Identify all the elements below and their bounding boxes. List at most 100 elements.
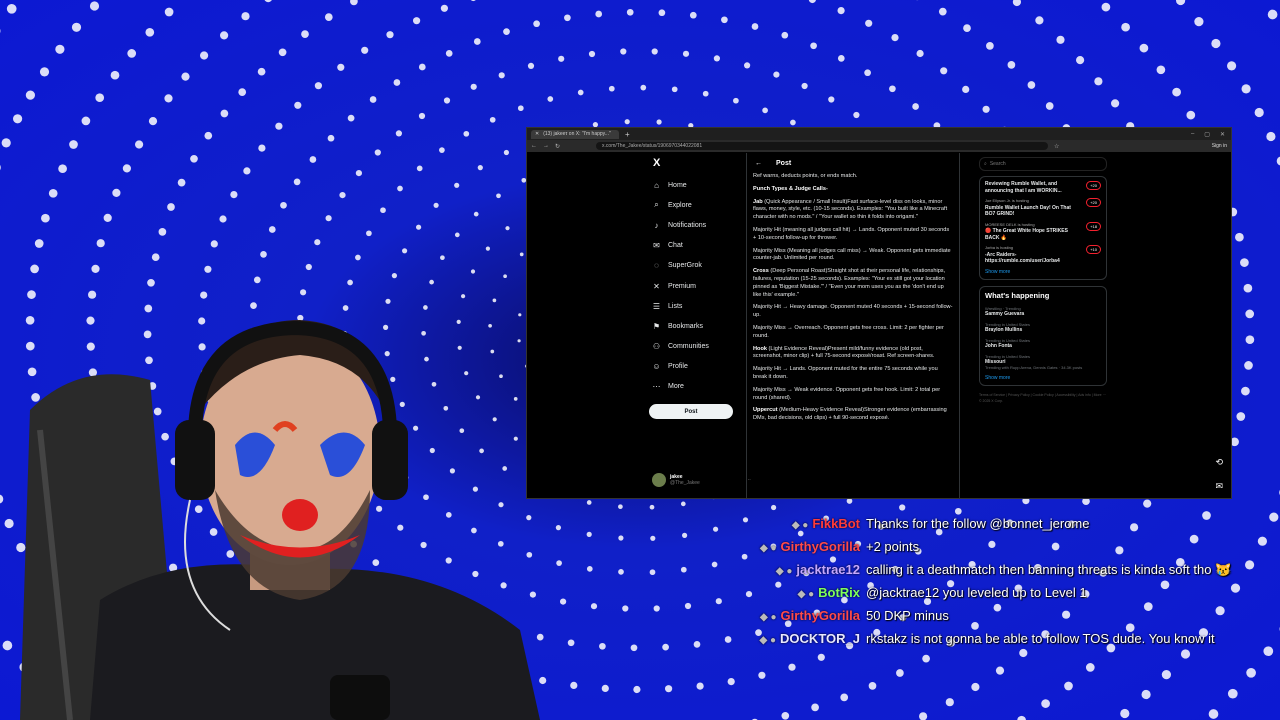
background-dot xyxy=(30,264,39,274)
background-dot xyxy=(651,48,658,55)
background-dot xyxy=(25,90,35,100)
nav-item-premium[interactable]: ✕ Premium xyxy=(647,276,747,296)
chat-user: ◆ ● jacktrae12 xyxy=(640,562,860,580)
account-switcher[interactable]: jakee @The_Jakee ⋯ xyxy=(652,473,751,487)
nav-item-more[interactable]: ⋯ More xyxy=(647,377,747,397)
chat-text: Thanks for the follow @bonnet_jerome xyxy=(866,516,1090,531)
background-dot xyxy=(127,49,137,58)
chat-message: ◆ ● jacktrae12 calling it a deathmatch the… xyxy=(640,562,1260,580)
background-dot xyxy=(1035,16,1044,25)
chat-message: ◆ ● BotRix @jacktrae12 you leveled up to L… xyxy=(640,585,1260,603)
background-dot xyxy=(41,213,50,223)
chat-badge-icon: ◆ ● xyxy=(759,635,777,646)
more-icon: ⋯ xyxy=(652,382,661,392)
background-dot xyxy=(1186,110,1196,120)
chat-badge-icon: ◆ ● xyxy=(760,543,777,554)
background-dot xyxy=(413,17,421,25)
live-item[interactable]: Jorba is hosting -Arc Raiders- https://ru… xyxy=(985,245,1101,265)
chat-username: GirthyGorilla xyxy=(780,608,860,623)
background-dot xyxy=(380,207,386,214)
background-dot xyxy=(1141,689,1151,700)
background-dot xyxy=(665,685,673,693)
background-dot xyxy=(496,193,501,199)
minimize-icon[interactable]: – xyxy=(1191,131,1194,138)
trend-name: John Fonta xyxy=(985,342,1012,349)
nav-item-profile[interactable]: ☺ Profile xyxy=(647,357,747,377)
trend-item[interactable]: Trending in United States Braylon Mullins xyxy=(985,322,1101,333)
sign-in-button[interactable]: Sign in xyxy=(1212,143,1227,149)
post-button[interactable]: Post xyxy=(649,404,733,419)
messages-float-icon[interactable]: ✉ xyxy=(1215,481,1223,492)
reload-icon[interactable]: ↻ xyxy=(555,143,560,150)
background-dot xyxy=(439,147,445,153)
browser-tab[interactable]: ✕ (13) jakeeτ on X: "I'm happy..." xyxy=(531,129,619,139)
nav-item-lists[interactable]: ☰ Lists xyxy=(647,296,747,316)
background-dot xyxy=(181,72,190,81)
nav-item-notifications[interactable]: ♪ Notifications xyxy=(647,215,747,235)
background-dot xyxy=(954,507,962,515)
background-dot xyxy=(1076,56,1085,65)
new-tab-icon[interactable]: + xyxy=(625,130,630,139)
live-item[interactable]: Reviewing Rumble Wallet, and announcing … xyxy=(985,181,1101,194)
background-dot xyxy=(656,119,662,125)
background-dot xyxy=(891,34,899,42)
grok-float-icon[interactable]: ⟲ xyxy=(1215,457,1223,468)
search-box[interactable]: ⌕ Search xyxy=(979,157,1107,171)
background-dot xyxy=(671,86,678,93)
nav-item-label: SuperGrok xyxy=(668,262,702,270)
trend-item[interactable]: Trending in United States Missouri Trendin… xyxy=(985,354,1101,370)
post-heading: Cross xyxy=(753,268,769,275)
trends-show-more-link[interactable]: Show more xyxy=(985,375,1101,381)
x-page: X ⌂ Home ⌕ Explore ♪ Notifications ✉ Chat ◌ Super… xyxy=(527,153,1231,498)
background-dot xyxy=(1161,670,1171,680)
post-text: Majority Hit → Lands. Opponent muted for… xyxy=(753,366,938,380)
background-dot xyxy=(733,97,739,104)
background-dot xyxy=(374,149,381,156)
back-arrow-icon[interactable]: ← xyxy=(755,160,762,167)
chat-badge-icon: ◆ ● xyxy=(775,566,793,577)
trend-item[interactable]: Trending in United States John Fonta xyxy=(985,338,1101,349)
nav-item-home[interactable]: ⌂ Home xyxy=(647,175,747,195)
nav-item-explore[interactable]: ⌕ Explore xyxy=(647,195,747,215)
background-dot xyxy=(586,500,592,505)
background-dot xyxy=(355,170,362,177)
background-dot xyxy=(865,19,873,27)
live-item[interactable]: MOREESE DELK is hosting 🔴 The Great White… xyxy=(985,221,1101,242)
nav-item-chat[interactable]: ✉ Chat xyxy=(647,236,747,256)
background-dot xyxy=(590,603,598,610)
bookmark-star-icon[interactable]: ☆ xyxy=(1054,143,1059,150)
background-dot xyxy=(89,1,100,11)
background-dot xyxy=(39,67,50,77)
bookmark-icon: ⚑ xyxy=(652,321,661,331)
nav-item-bookmarks[interactable]: ⚑ Bookmarks xyxy=(647,316,747,336)
background-dot xyxy=(696,682,704,690)
back-icon[interactable]: ← xyxy=(531,143,537,149)
nav-item-supergrok[interactable]: ◌ SuperGrok xyxy=(647,256,747,276)
nav-item-communities[interactable]: ⚇ Communities xyxy=(647,337,747,357)
x-logo[interactable]: X xyxy=(653,157,747,169)
background-dot xyxy=(429,279,434,285)
background-dot xyxy=(599,642,606,650)
trend-item[interactable]: Wrestling · Trending Sammy Guevara xyxy=(985,306,1101,317)
background-dot xyxy=(896,669,904,677)
background-dot xyxy=(986,42,994,50)
live-show-more-link[interactable]: Show more xyxy=(985,269,1101,275)
url-field[interactable]: x.com/The_Jakee/status/1906970344022081 xyxy=(596,142,1049,150)
background-dot xyxy=(1120,708,1130,719)
background-dot xyxy=(601,684,609,693)
background-dot xyxy=(485,246,490,251)
search-icon: ⌕ xyxy=(654,200,659,210)
chat-message: ◆ ● GirthyGorilla 50 DKP minus xyxy=(640,608,1260,626)
close-icon[interactable]: ✕ xyxy=(1220,131,1225,138)
background-dot xyxy=(1211,38,1221,49)
background-dot xyxy=(314,239,321,246)
post-paragraph: Hook (Light Evidence Reveal)Present mild… xyxy=(753,346,953,362)
live-title: Rumble Wallet Launch Day! On That BO7 GR… xyxy=(985,204,1071,218)
background-dot xyxy=(1064,681,1073,691)
maximize-icon[interactable]: ▢ xyxy=(1204,131,1210,138)
live-item[interactable]: Joe Ellyson Jr. is hosting Rumble Wallet … xyxy=(985,198,1101,218)
background-dot xyxy=(305,263,312,271)
post-text: (Quick Appearance / Small Insult)Fast su… xyxy=(753,198,948,221)
footer-links[interactable]: Terms of Service | Privacy Policy | Cook… xyxy=(979,392,1107,404)
forward-icon[interactable]: → xyxy=(543,143,549,149)
